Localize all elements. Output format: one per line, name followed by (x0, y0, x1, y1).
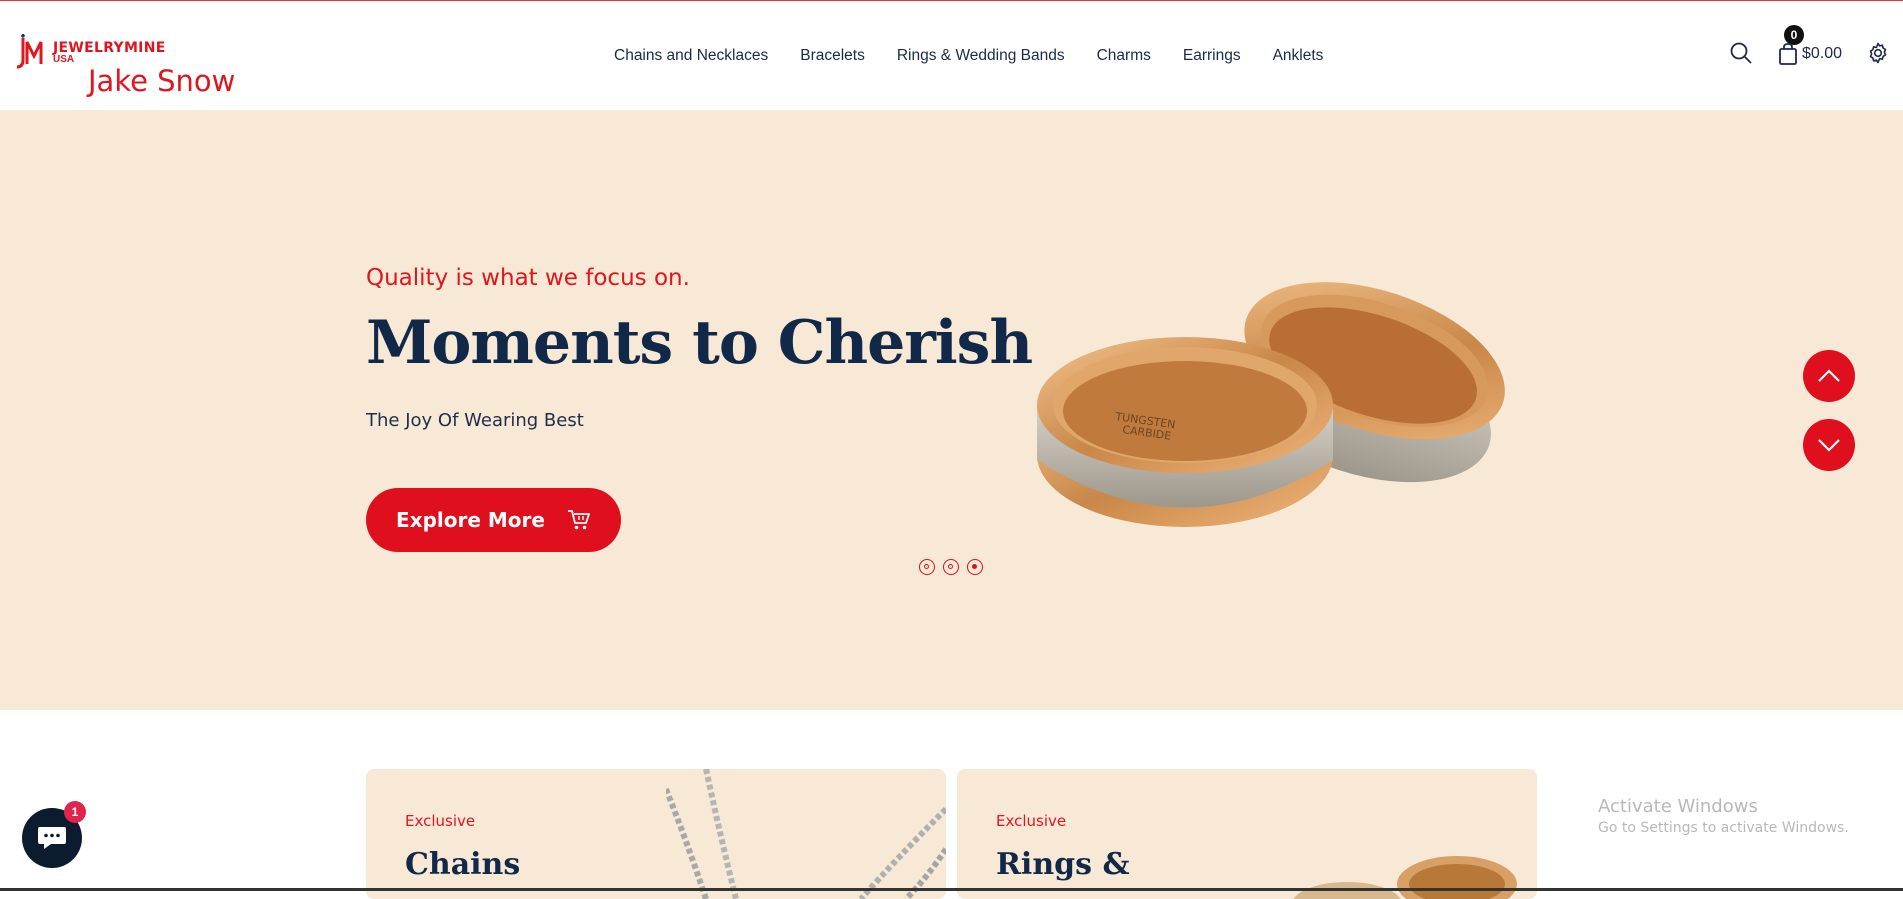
nav-rings-wedding-bands[interactable]: Rings & Wedding Bands (897, 47, 1065, 65)
shopping-bag-icon (1779, 43, 1797, 65)
card-kicker: Exclusive (996, 812, 1067, 830)
hero-title: Moments to Cherish (366, 308, 1033, 378)
hero-subtitle: The Joy Of Wearing Best (366, 410, 584, 431)
wedding-bands-image: TUNGSTEN CARBIDE (1037, 282, 1505, 527)
slide-dot-2[interactable] (943, 559, 959, 575)
chevron-down-icon (1818, 439, 1840, 452)
cart-total: $0.00 (1802, 45, 1843, 62)
brand-logo[interactable]: JEWELRYMINE USA Jake Snow (17, 34, 247, 104)
hero-slider: Quality is what we focus on. Moments to … (0, 110, 1903, 710)
card-title: Chains (405, 847, 521, 882)
nav-anklets[interactable]: Anklets (1273, 47, 1324, 65)
cart-button[interactable]: 0 $0.00 (1776, 23, 1843, 67)
nav-earrings[interactable]: Earrings (1183, 47, 1241, 65)
chat-bubble-icon (38, 827, 66, 849)
slide-previous-button[interactable] (1803, 350, 1855, 402)
windows-activation-watermark: Activate Windows Go to Settings to activ… (1598, 796, 1849, 836)
category-card-chains[interactable]: Exclusive Chains (366, 769, 946, 899)
hero-kicker: Quality is what we focus on. (366, 265, 690, 291)
slide-next-button[interactable] (1803, 419, 1855, 471)
activation-line-1: Activate Windows (1598, 796, 1758, 817)
jm-logo-icon (17, 34, 43, 69)
chain-necklace-image (666, 769, 946, 899)
cart-icon (567, 510, 590, 530)
slide-dot-1[interactable] (919, 559, 935, 575)
site-header: JEWELRYMINE USA Jake Snow Chains and Nec… (0, 1, 1903, 110)
explore-more-label: Explore More (396, 508, 545, 532)
chat-unread-badge: 1 (64, 801, 86, 823)
slide-pagination (919, 559, 983, 575)
gear-icon[interactable] (1866, 41, 1890, 65)
activation-line-2: Go to Settings to activate Windows. (1598, 820, 1849, 836)
slide-dot-3[interactable] (967, 559, 983, 575)
category-card-rings[interactable]: Exclusive Rings & (957, 769, 1537, 899)
brand-owner-name: Jake Snow (88, 64, 236, 98)
nav-bracelets[interactable]: Bracelets (800, 47, 865, 65)
nav-chains-and-necklaces[interactable]: Chains and Necklaces (614, 47, 768, 65)
search-icon[interactable] (1729, 41, 1753, 65)
chevron-up-icon (1818, 369, 1840, 382)
card-title: Rings & (996, 847, 1130, 882)
card-kicker: Exclusive (405, 812, 476, 830)
cart-count-badge: 0 (1784, 25, 1804, 45)
nav-charms[interactable]: Charms (1097, 47, 1151, 65)
main-nav: Chains and Necklaces Bracelets Rings & W… (614, 47, 1355, 65)
explore-more-button[interactable]: Explore More (366, 488, 621, 552)
brand-subtitle: USA (53, 54, 75, 65)
